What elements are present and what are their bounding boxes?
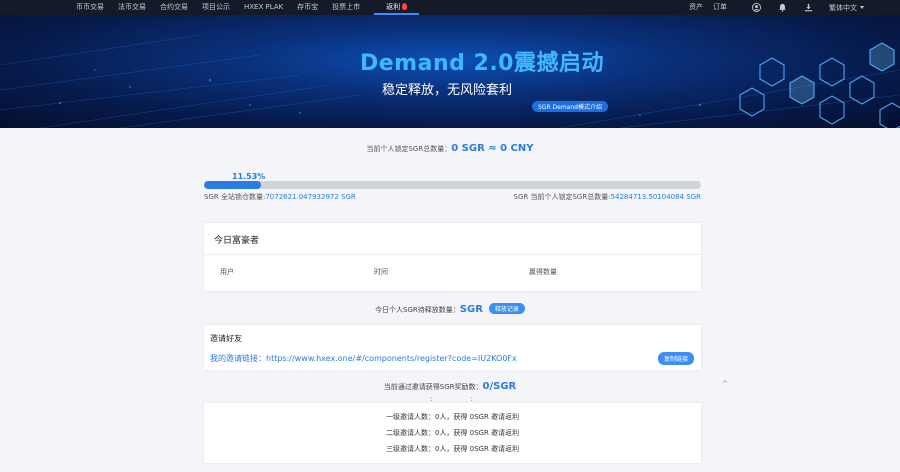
personal-locked-value: 54284713.50104084 SGR — [610, 193, 701, 201]
mode-intro-button[interactable]: SGR Demand模式介绍 — [532, 101, 608, 112]
invite-title: 邀请好友 — [210, 334, 242, 343]
invite-reward-label: 当前通过邀请获得SGR奖励数： — [383, 383, 483, 391]
progress-percent: 11.53% — [232, 172, 266, 181]
download-icon[interactable] — [803, 3, 813, 13]
separator-dots: : : — [430, 395, 491, 403]
rich-list-title: 今日富豪者 — [214, 236, 260, 246]
language-selector[interactable]: 繁体中文 — [829, 3, 864, 13]
locked-total-label: 当前个人锁定SGR总数量： — [366, 145, 452, 153]
column-user: 用户 — [220, 268, 234, 276]
invite-link-label: 我的邀请链接： — [210, 354, 266, 363]
nav-spot-trading[interactable]: 币币交易 — [76, 0, 104, 15]
banner-subtitle: 稳定释放，无风险套利 — [382, 83, 513, 98]
fire-icon — [402, 3, 408, 10]
hero-banner: Demand 2.0震撼启动 稳定释放，无风险套利 SGR Demand模式介绍 — [0, 15, 900, 128]
level-two-invites: 二级邀请人数：0人，获得 0SGR 邀请返利 — [385, 429, 520, 437]
chevron-down-icon — [860, 5, 864, 9]
nav-rebate-label: 返利 — [386, 3, 401, 11]
invite-card: 邀请好友 我的邀请链接：https://www.hxex.one/#/compo… — [204, 325, 701, 370]
nav-contract-trading[interactable]: 合约交易 — [160, 0, 188, 15]
column-time: 时间 — [374, 268, 388, 276]
invite-reward: 当前通过邀请获得SGR奖励数：0/SGR — [0, 381, 900, 392]
site-locked-value: 7072621.047932972 SGR — [265, 193, 356, 201]
rich-list-card: 今日富豪者 用户 时间 赢得数量 — [204, 223, 701, 291]
today-release-label: 今日个人SGR待释放数量： — [375, 306, 460, 314]
copy-link-button[interactable]: 复制链接 — [657, 352, 694, 365]
locked-total-value: 0 SGR ≈ 0 CNY — [451, 143, 534, 154]
language-label: 繁体中文 — [829, 3, 857, 12]
small-mark: ^ — [722, 380, 728, 388]
invite-link[interactable]: 我的邀请链接：https://www.hxex.one/#/components… — [210, 353, 517, 364]
release-record-button[interactable]: 释放记录 — [488, 303, 525, 314]
level-one-invites: 一级邀请人数：0人，获得 0SGR 邀请返利 — [385, 413, 520, 421]
nav-fiat-trading[interactable]: 法币交易 — [118, 0, 146, 15]
progress-bar — [204, 181, 701, 189]
nav-right: 资产 订单 繁体中文 — [689, 0, 900, 15]
top-nav: 币币交易 法币交易 合约交易 项目公示 HXEX PLAK 存币宝 投票上市 返… — [0, 0, 900, 15]
today-release-value: SGR — [459, 304, 483, 315]
nav-rebate[interactable]: 返利 — [374, 0, 420, 15]
banner-title: Demand 2.0震撼启动 — [360, 51, 604, 76]
user-icon[interactable] — [751, 3, 761, 13]
column-amount: 赢得数量 — [529, 268, 557, 276]
invite-levels-card: 一级邀请人数：0人，获得 0SGR 邀请返利 二级邀请人数：0人，获得 0SGR… — [204, 403, 701, 463]
bell-icon[interactable] — [777, 3, 787, 13]
nav-left: 币币交易 法币交易 合约交易 项目公示 HXEX PLAK 存币宝 投票上市 返… — [0, 0, 433, 15]
invite-reward-value: 0/SGR — [482, 381, 517, 392]
nav-project-notice[interactable]: 项目公示 — [202, 0, 230, 15]
site-locked-amount: SGR 全站锁仓数量:7072621.047932972 SGR — [204, 192, 356, 202]
nav-savings[interactable]: 存币宝 — [297, 0, 318, 15]
today-release: 今日个人SGR待释放数量：SGR 释放记录 — [0, 303, 900, 315]
site-locked-label: SGR 全站锁仓数量: — [204, 193, 266, 201]
nav-hxex-plak[interactable]: HXEX PLAK — [244, 0, 283, 15]
progress-bar-fill — [204, 181, 262, 189]
locked-total: 当前个人锁定SGR总数量：0 SGR ≈ 0 CNY — [0, 143, 900, 154]
nav-orders[interactable]: 订单 — [713, 0, 727, 15]
level-three-invites: 三级邀请人数：0人，获得 0SGR 邀请返利 — [385, 445, 520, 453]
nav-assets[interactable]: 资产 — [689, 0, 703, 15]
personal-locked-amount: SGR 当前个人锁定SGR总数量:54284713.50104084 SGR — [514, 192, 702, 202]
nav-vote-listing[interactable]: 投票上市 — [332, 0, 360, 15]
personal-locked-label: SGR 当前个人锁定SGR总数量: — [513, 193, 611, 201]
invite-link-url[interactable]: https://www.hxex.one/#/components/regist… — [266, 354, 517, 363]
divider — [204, 254, 701, 255]
